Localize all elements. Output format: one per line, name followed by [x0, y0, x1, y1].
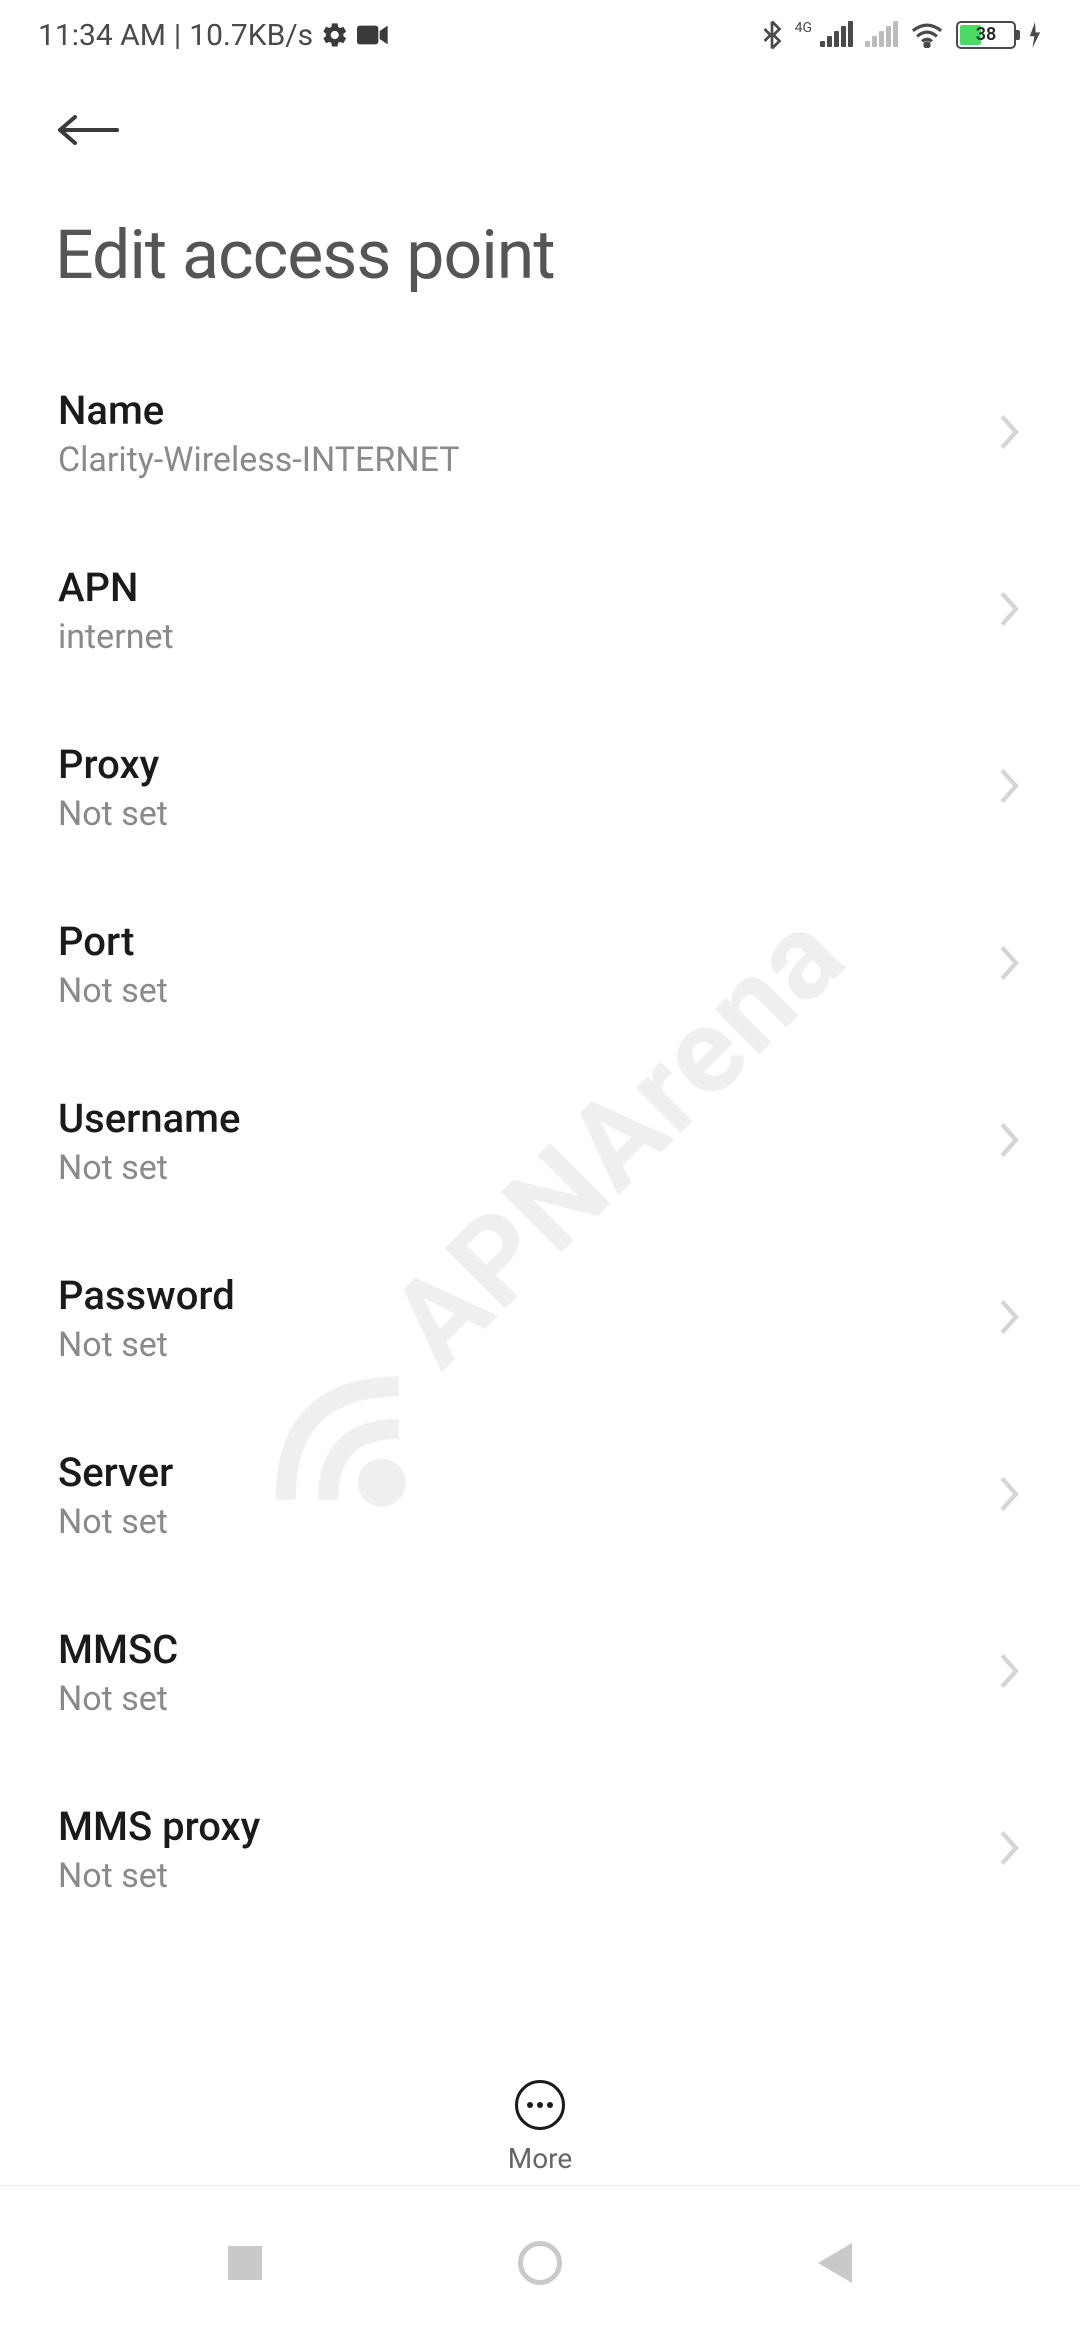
status-network-speed: 10.7KB/s [189, 18, 313, 53]
setting-label: Proxy [58, 741, 978, 788]
status-right: 4G 38 [761, 20, 1042, 50]
setting-label: MMS proxy [58, 1803, 978, 1850]
bluetooth-icon [761, 20, 783, 50]
chevron-right-icon [998, 1829, 1020, 1871]
setting-password[interactable]: Password Not set [0, 1230, 1080, 1407]
settings-list: Name Clarity-Wireless-INTERNET APN inter… [0, 345, 1080, 1938]
battery-icon: 38 [956, 21, 1016, 49]
more-icon [515, 2080, 565, 2130]
setting-mmsc[interactable]: MMSC Not set [0, 1584, 1080, 1761]
chevron-right-icon [998, 1298, 1020, 1340]
back-button[interactable] [55, 110, 115, 150]
signal-bars-sim1-icon [820, 23, 853, 47]
nav-back-button[interactable] [818, 2243, 852, 2283]
setting-label: Port [58, 918, 978, 965]
gear-icon [321, 21, 349, 49]
setting-label: Server [58, 1449, 978, 1496]
setting-label: Name [58, 387, 978, 434]
chevron-right-icon [998, 590, 1020, 632]
setting-value: Not set [58, 1502, 978, 1542]
nav-home-button[interactable] [518, 2241, 562, 2285]
network-type-label: 4G [795, 20, 812, 36]
setting-value: Not set [58, 1148, 978, 1188]
chevron-right-icon [998, 1475, 1020, 1517]
setting-server[interactable]: Server Not set [0, 1407, 1080, 1584]
setting-proxy[interactable]: Proxy Not set [0, 699, 1080, 876]
page-title: Edit access point [0, 180, 1080, 345]
setting-value: Not set [58, 1679, 978, 1719]
charging-icon [1028, 22, 1042, 48]
status-divider: | [174, 18, 181, 53]
wifi-icon [910, 22, 944, 48]
header-nav [0, 70, 1080, 180]
chevron-right-icon [998, 944, 1020, 986]
chevron-right-icon [998, 1121, 1020, 1163]
setting-name[interactable]: Name Clarity-Wireless-INTERNET [0, 345, 1080, 522]
setting-apn[interactable]: APN internet [0, 522, 1080, 699]
setting-value: internet [58, 617, 978, 657]
signal-bars-sim2-icon [865, 23, 898, 47]
setting-value: Not set [58, 1325, 978, 1365]
nav-recents-button[interactable] [228, 2246, 262, 2280]
system-nav-bar [0, 2185, 1080, 2340]
chevron-right-icon [998, 767, 1020, 809]
setting-value: Not set [58, 794, 978, 834]
setting-value: Clarity-Wireless-INTERNET [58, 440, 978, 480]
more-button[interactable]: More [0, 2068, 1080, 2175]
more-label: More [508, 2142, 573, 2175]
setting-label: Username [58, 1095, 978, 1142]
setting-value: Not set [58, 1856, 978, 1896]
setting-label: MMSC [58, 1626, 978, 1673]
chevron-right-icon [998, 413, 1020, 455]
battery-percent: 38 [958, 24, 1014, 46]
setting-username[interactable]: Username Not set [0, 1053, 1080, 1230]
setting-port[interactable]: Port Not set [0, 876, 1080, 1053]
setting-value: Not set [58, 971, 978, 1011]
setting-label: Password [58, 1272, 978, 1319]
status-left: 11:34 AM | 10.7KB/s [38, 18, 389, 53]
setting-label: APN [58, 564, 978, 611]
camera-icon [357, 23, 389, 47]
status-time: 11:34 AM [38, 18, 166, 53]
setting-mms-proxy[interactable]: MMS proxy Not set [0, 1761, 1080, 1938]
chevron-right-icon [998, 1652, 1020, 1694]
status-bar: 11:34 AM | 10.7KB/s 4G 38 [0, 0, 1080, 70]
